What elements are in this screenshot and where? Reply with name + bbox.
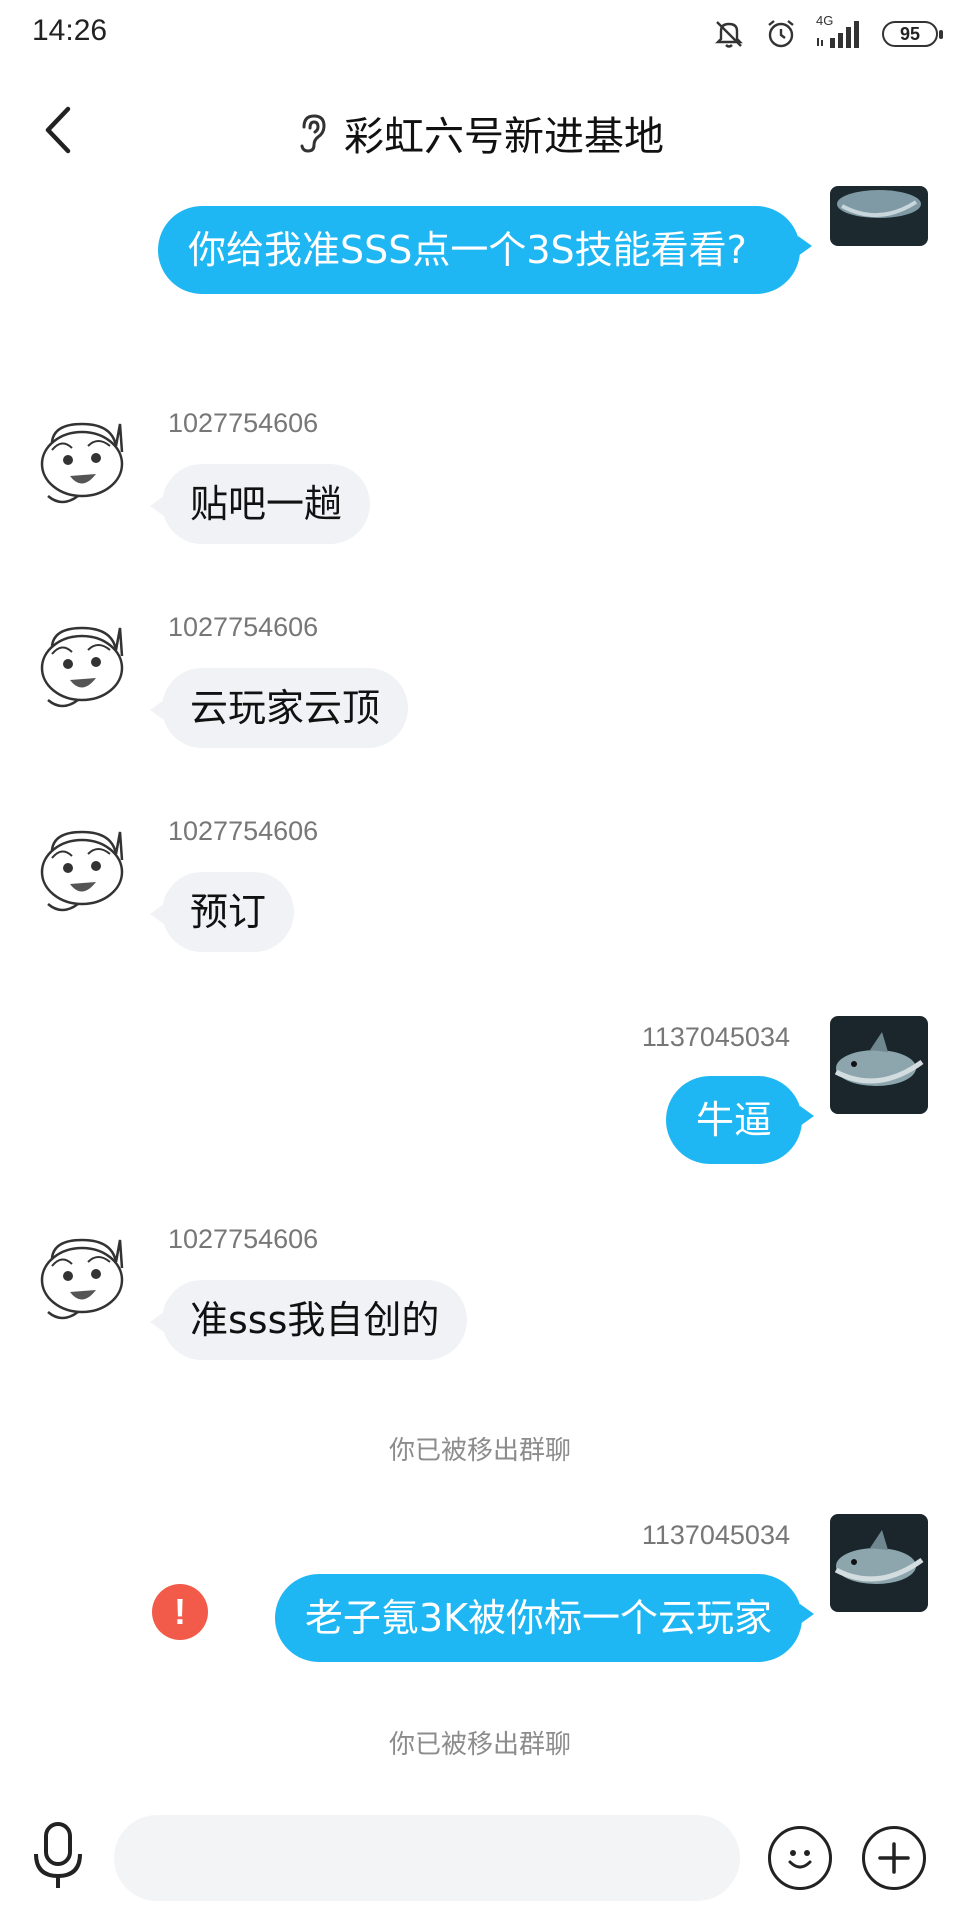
system-notice: 你已被移出群聊: [388, 1436, 571, 1466]
input-bar: [0, 1790, 960, 1920]
send-failed-icon[interactable]: !: [152, 1584, 208, 1640]
chat-header: 彩虹六号新进基地: [0, 80, 960, 190]
message-text: 牛逼: [695, 1098, 772, 1142]
message-text: 你给我准SSS点一个3S技能看看?: [188, 228, 747, 272]
more-button[interactable]: [862, 1826, 926, 1890]
message-text: 预订: [190, 890, 267, 934]
message-bubble[interactable]: 老子氪3K被你标一个云玩家: [274, 1574, 815, 1662]
voice-button[interactable]: [28, 1820, 88, 1894]
status-icons: 4G 95: [712, 14, 943, 54]
avatar-1027754606[interactable]: [32, 616, 130, 714]
page-title: 彩虹六号新进基地: [344, 114, 664, 160]
title-wrap: 彩虹六号新进基地: [0, 104, 960, 162]
sender-name: 1027754606: [168, 408, 319, 438]
message-bubble[interactable]: 准sss我自创的: [149, 1280, 468, 1360]
battery-level: 95: [899, 23, 921, 44]
avatar-1027754606[interactable]: [32, 820, 130, 918]
ear-icon[interactable]: [296, 111, 330, 155]
sender-name: 1137045034: [641, 1520, 790, 1550]
message-text: 老子氪3K被你标一个云玩家: [304, 1596, 772, 1640]
system-notice: 你已被移出群聊: [388, 1730, 571, 1760]
sender-name: 1137045034: [641, 1022, 790, 1052]
message-text: 贴吧一趟: [190, 482, 343, 526]
mute-icon: [715, 21, 743, 48]
message-text: 云玩家云顶: [190, 686, 381, 730]
sender-name: 1027754606: [168, 816, 319, 846]
avatar-self[interactable]: [830, 1514, 928, 1612]
signal-icon: 4G: [816, 14, 864, 50]
microphone-icon: [34, 1822, 82, 1888]
message-bubble[interactable]: 预订: [149, 872, 295, 952]
avatar-self[interactable]: [830, 1016, 928, 1114]
message-bubble[interactable]: 牛逼: [665, 1076, 815, 1164]
sender-name: 1027754606: [168, 1224, 319, 1254]
alarm-icon: [768, 20, 794, 48]
message-bubble[interactable]: 你给我准SSS点一个3S技能看看?: [158, 206, 812, 294]
plus-icon: [878, 1842, 910, 1874]
avatar-self[interactable]: [830, 186, 928, 246]
battery-icon: 95: [882, 21, 943, 47]
smiley-icon: [788, 1850, 812, 1869]
message-input[interactable]: [114, 1815, 740, 1901]
emoji-button[interactable]: [768, 1826, 832, 1890]
message-list[interactable]: 你给我准SSS点一个3S技能看看? 1027754606 贴吧一趟 102775…: [0, 186, 960, 1790]
sender-name: 1027754606: [168, 612, 319, 642]
status-time: 14:26: [32, 14, 108, 47]
avatar-1027754606[interactable]: [32, 412, 130, 510]
message-bubble[interactable]: 云玩家云顶: [149, 668, 409, 748]
avatar-1027754606[interactable]: [32, 1228, 130, 1326]
message-text: 准sss我自创的: [190, 1298, 440, 1342]
message-bubble[interactable]: 贴吧一趟: [149, 464, 371, 544]
status-bar: 14:26 4G 95: [0, 0, 960, 70]
